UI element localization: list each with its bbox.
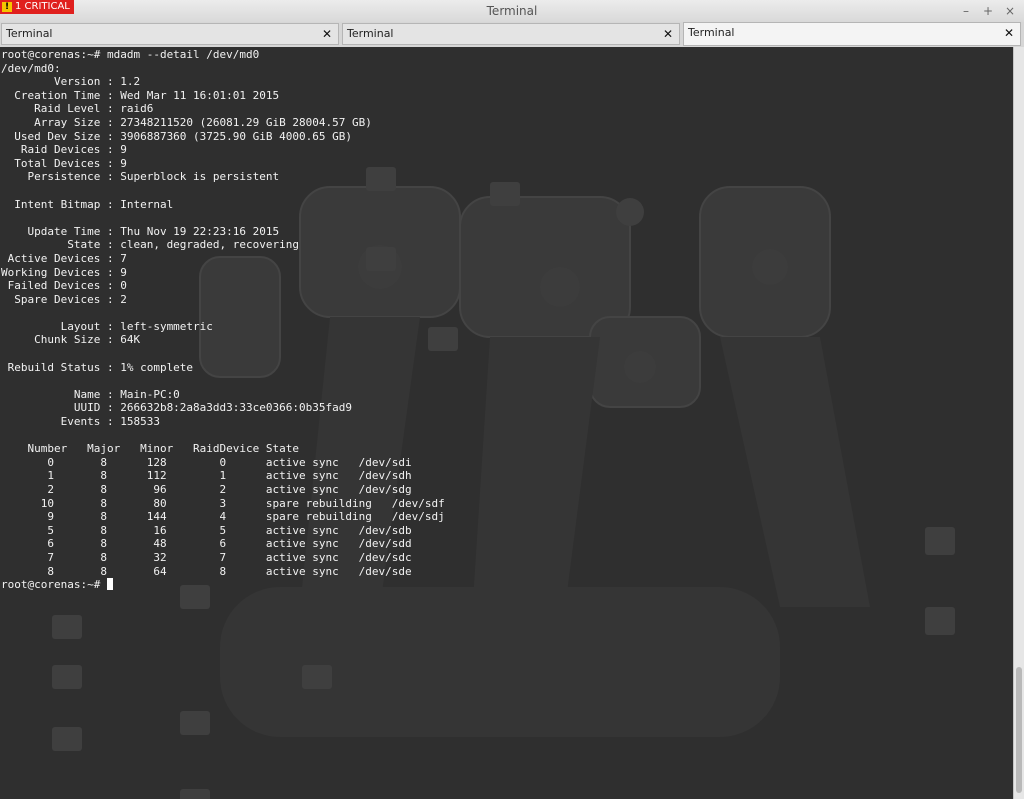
maximize-button[interactable]: +	[982, 4, 994, 18]
terminal-line: 6 8 48 6 active sync /dev/sdd	[47, 537, 412, 551]
terminal-line: 5 8 16 5 active sync /dev/sdb	[47, 523, 412, 537]
terminal-line: Raid Level : raid6	[34, 102, 154, 116]
terminal-text: root@corenas:~# mdadm --detail /dev/md0 …	[1, 48, 445, 578]
terminal-line: 7 8 32 7 active sync /dev/sdc	[47, 550, 412, 564]
window-titlebar: ! 1 CRITICAL Terminal – + ×	[0, 0, 1024, 23]
tab-close-icon[interactable]: ✕	[1004, 23, 1014, 43]
text-cursor	[106, 578, 113, 591]
terminal-line: Chunk Size : 64K	[34, 333, 141, 347]
terminal-line: Events : 158533	[60, 415, 160, 429]
tab-bar: Terminal ✕ Terminal ✕ Terminal ✕	[0, 22, 1024, 48]
terminal-line: /dev/md0:	[1, 61, 61, 75]
terminal-line: root@corenas:~# mdadm --detail /dev/md0	[1, 48, 260, 61]
tab-label: Terminal	[6, 27, 53, 40]
tab-close-icon[interactable]: ✕	[663, 24, 673, 44]
window-controls: – + ×	[960, 0, 1016, 22]
terminal-line: Intent Bitmap : Internal	[14, 197, 174, 211]
tab-label: Terminal	[347, 27, 394, 40]
terminal-line: State : clean, degraded, recovering	[67, 238, 300, 252]
tab-label: Terminal	[688, 26, 735, 39]
terminal-line: Creation Time : Wed Mar 11 16:01:01 2015	[14, 88, 280, 102]
terminal-line: UUID : 266632b8:2a8a3dd3:33ce0366:0b35fa…	[73, 401, 352, 415]
terminal-line: Layout : left-symmetric	[60, 319, 213, 333]
terminal-line: Number Major Minor RaidDevice State	[27, 442, 300, 456]
terminal-line: 2 8 96 2 active sync /dev/sdg	[47, 483, 412, 496]
terminal-prompt: root@corenas:~#	[1, 578, 107, 592]
terminal-line: Raid Devices : 9	[20, 143, 127, 157]
terminal-line: Used Dev Size : 3906887360 (3725.90 GiB …	[14, 129, 352, 143]
terminal-line: 10 8 80 3 spare rebuilding /dev/sdf	[40, 496, 445, 510]
terminal-line: 1 8 112 1 active sync /dev/sdh	[47, 469, 412, 483]
terminal-line: Spare Devices : 2	[14, 292, 127, 306]
scrollbar-thumb[interactable]	[1016, 667, 1022, 793]
terminal-line: 9 8 144 4 spare rebuilding /dev/sdj	[47, 510, 445, 524]
terminal-line: Array Size : 27348211520 (26081.29 GiB 2…	[34, 115, 372, 129]
terminal-line: 0 8 128 0 active sync /dev/sdi	[47, 455, 412, 469]
close-window-button[interactable]: ×	[1004, 4, 1016, 18]
terminal-line: Active Devices : 7	[7, 251, 127, 265]
terminal-output[interactable]: root@corenas:~# mdadm --detail /dev/md0 …	[1, 48, 445, 592]
terminal-line: 8 8 64 8 active sync /dev/sde	[47, 564, 412, 578]
tab-terminal-2[interactable]: Terminal ✕	[342, 23, 680, 45]
terminal-line: Rebuild Status : 1% complete	[7, 360, 194, 374]
terminal-view[interactable]: root@corenas:~# mdadm --detail /dev/md0 …	[0, 47, 1013, 799]
window-title: Terminal	[486, 4, 538, 18]
terminal-line: Failed Devices : 0	[7, 279, 127, 293]
tab-terminal-3[interactable]: Terminal ✕	[683, 22, 1021, 46]
tab-terminal-1[interactable]: Terminal ✕	[1, 23, 339, 45]
terminal-line: Name : Main-PC:0	[73, 387, 180, 401]
terminal-scrollbar[interactable]	[1013, 47, 1024, 799]
terminal-line: Working Devices : 9	[1, 265, 127, 279]
tab-close-icon[interactable]: ✕	[322, 24, 332, 44]
terminal-line: Version : 1.2	[53, 75, 141, 89]
terminal-line: Persistence : Superblock is persistent	[27, 170, 280, 184]
terminal-line: Update Time : Thu Nov 19 22:23:16 2015	[27, 224, 280, 238]
terminal-line: Total Devices : 9	[14, 156, 127, 170]
minimize-button[interactable]: –	[960, 4, 972, 18]
